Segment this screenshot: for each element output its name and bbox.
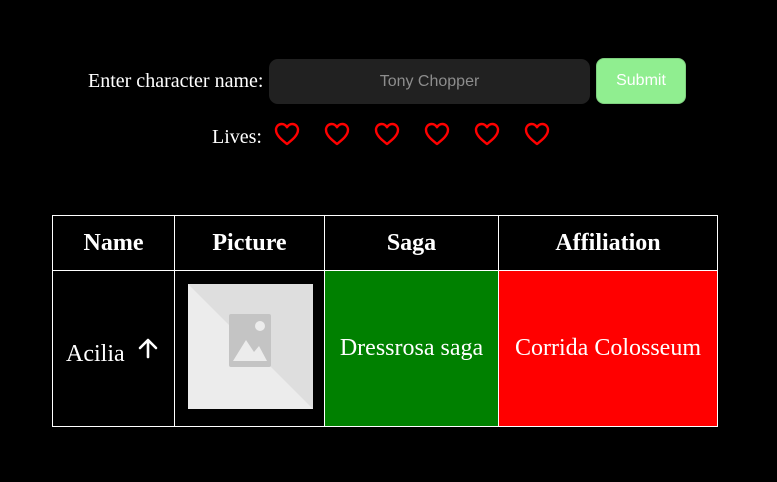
header-name: Name: [52, 215, 175, 271]
heart-icon: [423, 120, 451, 148]
name-cell: Acilia: [52, 270, 175, 427]
heart-icon: [523, 120, 551, 148]
heart-icon: [273, 120, 301, 148]
character-name-input[interactable]: [269, 59, 590, 104]
saga-cell: Dressrosa saga: [324, 270, 499, 427]
character-name-label: Enter character name:: [88, 70, 264, 92]
header-picture: Picture: [174, 215, 325, 271]
header-saga: Saga: [324, 215, 499, 271]
heart-icon: [373, 120, 401, 148]
header-affiliation: Affiliation: [498, 215, 718, 271]
guesses-table: Name Picture Saga Affiliation Acilia Dre…: [52, 215, 718, 427]
picture-cell: [174, 270, 325, 427]
heart-icon: [473, 120, 501, 148]
character-name: Acilia: [66, 341, 125, 367]
submit-button[interactable]: Submit: [596, 58, 686, 104]
affiliation-cell: Corrida Colosseum: [498, 270, 718, 427]
table-header-row: Name Picture Saga Affiliation: [52, 215, 718, 271]
image-placeholder-icon: [188, 284, 313, 409]
lives-label: Lives:: [212, 126, 262, 148]
arrow-up-icon: [137, 337, 159, 359]
guess-form: Enter character name: Submit: [0, 58, 777, 104]
table-row: Acilia Dressrosa saga Corrida Colosseum: [52, 270, 718, 427]
heart-icon: [323, 120, 351, 148]
